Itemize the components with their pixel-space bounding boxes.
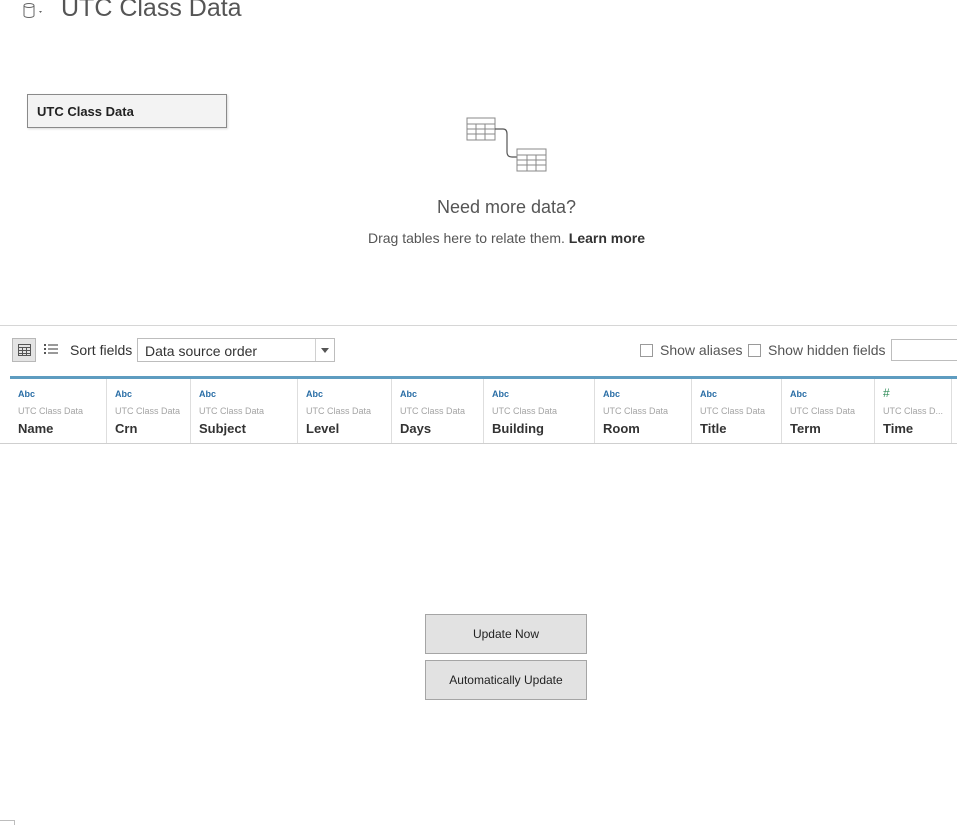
field-name[interactable]: Title bbox=[700, 421, 727, 436]
field-column[interactable]: Abc UTC Class Data Crn bbox=[107, 379, 191, 443]
show-hidden-fields-label[interactable]: Show hidden fields bbox=[768, 342, 886, 358]
pane-divider[interactable] bbox=[0, 325, 957, 326]
resize-corner bbox=[0, 820, 15, 825]
field-column[interactable]: # UTC Class D... Time bbox=[875, 379, 952, 443]
field-name[interactable]: Term bbox=[790, 421, 821, 436]
need-more-data-heading: Need more data? bbox=[436, 197, 577, 217]
field-name[interactable]: Name bbox=[18, 421, 53, 436]
drag-tables-hint: Drag tables here to relate them. Learn m… bbox=[0, 230, 957, 246]
number-type-icon[interactable]: # bbox=[883, 386, 890, 400]
field-name[interactable]: Time bbox=[883, 421, 913, 436]
show-aliases-checkbox[interactable] bbox=[640, 344, 653, 357]
field-source: UTC Class Data bbox=[790, 406, 856, 416]
sort-fields-select[interactable]: Data source order bbox=[137, 338, 335, 362]
data-source-page: UTC Class Data UTC Class Data Need more … bbox=[0, 0, 957, 825]
field-source: UTC Class Data bbox=[492, 406, 558, 416]
string-type-icon[interactable]: Abc bbox=[115, 389, 132, 399]
field-name[interactable]: Level bbox=[306, 421, 339, 436]
field-name[interactable]: Days bbox=[400, 421, 431, 436]
automatically-update-button[interactable]: Automatically Update bbox=[425, 660, 587, 700]
field-name[interactable]: Room bbox=[603, 421, 640, 436]
string-type-icon[interactable]: Abc bbox=[18, 389, 35, 399]
table-tile-label: UTC Class Data bbox=[37, 104, 134, 119]
field-column[interactable]: Abc UTC Class Data Subject bbox=[191, 379, 298, 443]
table-tile[interactable]: UTC Class Data bbox=[27, 94, 227, 128]
chevron-down-icon[interactable] bbox=[315, 339, 334, 361]
update-now-button[interactable]: Update Now bbox=[425, 614, 587, 654]
field-column[interactable]: Abc UTC Class Data Days bbox=[392, 379, 484, 443]
page-header: UTC Class Data bbox=[0, 0, 957, 30]
field-column[interactable]: Abc UTC Class Data Name bbox=[10, 379, 107, 443]
field-source: UTC Class Data bbox=[400, 406, 466, 416]
show-hidden-fields-checkbox[interactable] bbox=[748, 344, 761, 357]
search-fields-input[interactable] bbox=[891, 339, 957, 361]
field-source: UTC Class D... bbox=[883, 406, 944, 416]
field-column[interactable]: Abc UTC Class Data Building bbox=[484, 379, 595, 443]
field-name[interactable]: Crn bbox=[115, 421, 137, 436]
field-source: UTC Class Data bbox=[603, 406, 669, 416]
database-cylinder-icon[interactable] bbox=[22, 2, 48, 20]
grid-view-icon bbox=[18, 344, 31, 356]
field-source: UTC Class Data bbox=[115, 406, 181, 416]
string-type-icon[interactable]: Abc bbox=[492, 389, 509, 399]
string-type-icon[interactable]: Abc bbox=[306, 389, 323, 399]
string-type-icon[interactable]: Abc bbox=[603, 389, 620, 399]
string-type-icon[interactable]: Abc bbox=[790, 389, 807, 399]
list-view-icon[interactable] bbox=[42, 341, 60, 359]
string-type-icon[interactable]: Abc bbox=[199, 389, 216, 399]
field-source: UTC Class Data bbox=[199, 406, 265, 416]
field-source: UTC Class Data bbox=[700, 406, 766, 416]
field-name[interactable]: Subject bbox=[199, 421, 246, 436]
field-column[interactable]: Abc UTC Class Data Room bbox=[595, 379, 692, 443]
drag-hint-text: Drag tables here to relate them. bbox=[367, 230, 565, 246]
show-aliases-label[interactable]: Show aliases bbox=[660, 342, 743, 358]
field-source: UTC Class Data bbox=[306, 406, 372, 416]
sort-fields-value: Data source order bbox=[145, 343, 258, 359]
page-title[interactable]: UTC Class Data bbox=[61, 0, 242, 23]
relate-tables-icon bbox=[465, 116, 549, 174]
sort-fields-label: Sort fields bbox=[70, 342, 133, 358]
learn-more-link[interactable]: Learn more bbox=[569, 230, 645, 246]
string-type-icon[interactable]: Abc bbox=[400, 389, 417, 399]
field-column[interactable]: Abc UTC Class Data Level bbox=[298, 379, 392, 443]
field-name[interactable]: Building bbox=[492, 421, 544, 436]
field-column[interactable]: Abc UTC Class Data Title bbox=[692, 379, 782, 443]
string-type-icon[interactable]: Abc bbox=[700, 389, 717, 399]
field-column[interactable]: Abc UTC Class Data Term bbox=[782, 379, 875, 443]
grid-view-button[interactable] bbox=[12, 338, 36, 362]
field-source: UTC Class Data bbox=[18, 406, 84, 416]
